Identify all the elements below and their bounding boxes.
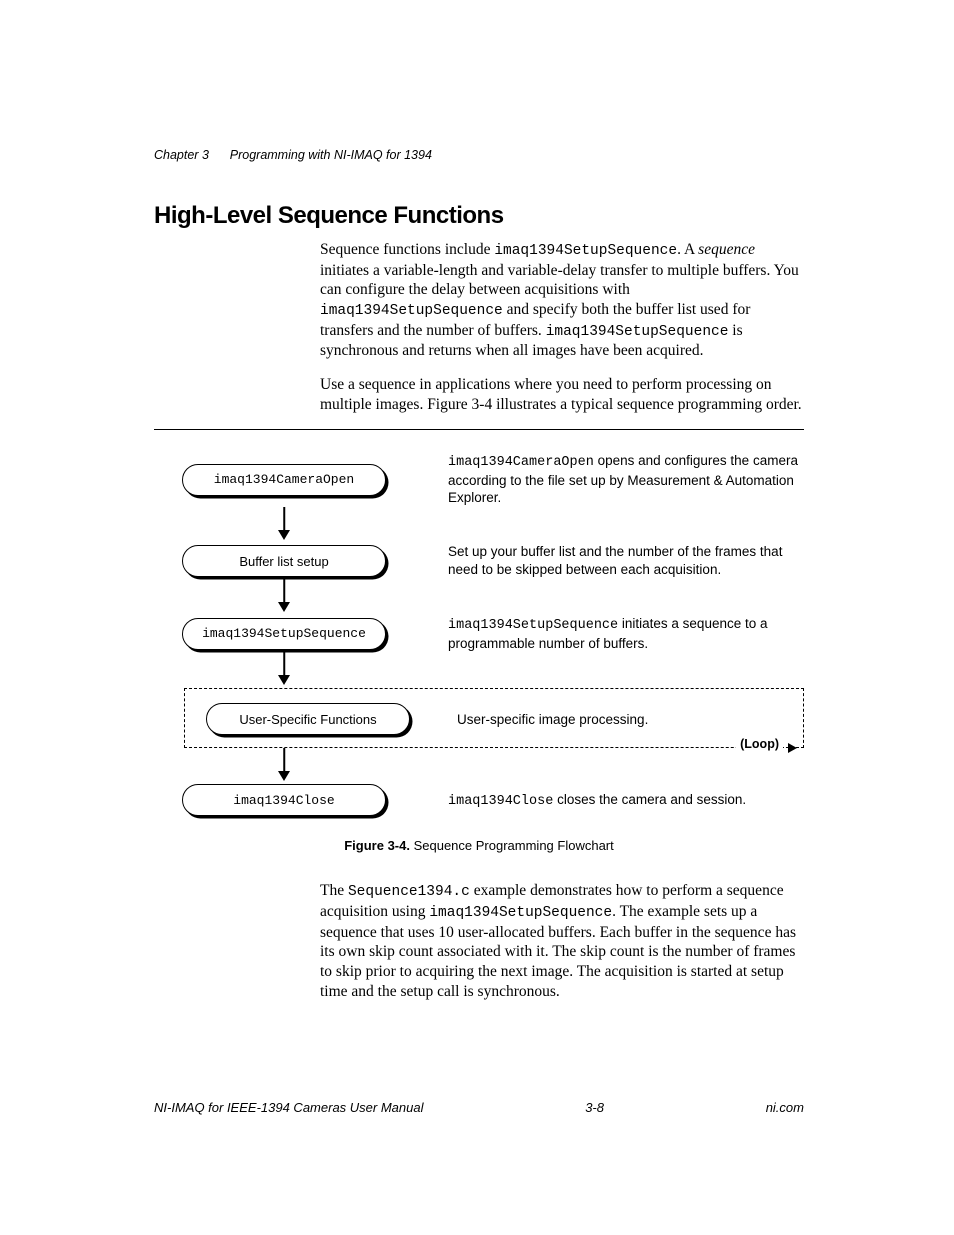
caption-label: Figure 3-4. <box>344 838 410 853</box>
flow-row-2: Buffer list setup Set up your buffer lis… <box>154 543 804 579</box>
code-inline: imaq1394SetupSequence <box>429 905 612 921</box>
footer-page-number: 3-8 <box>585 1100 604 1115</box>
paragraph-2: Use a sequence in applications where you… <box>320 375 804 415</box>
footer-right: ni.com <box>766 1100 804 1115</box>
flow-desc-1: imaq1394CameraOpen opens and configures … <box>448 452 804 507</box>
flow-node-camera-open: imaq1394CameraOpen <box>182 464 386 496</box>
flow-desc-3: imaq1394SetupSequence initiates a sequen… <box>448 615 804 653</box>
flow-node-user-functions: User-Specific Functions <box>206 703 410 735</box>
text: The <box>320 882 348 899</box>
flow-row-4: User-Specific Functions User-specific im… <box>193 703 795 735</box>
figure-caption: Figure 3-4. Sequence Programming Flowcha… <box>154 838 804 853</box>
loop-arrow-icon <box>788 743 797 753</box>
page: Chapter 3 Programming with NI-IMAQ for 1… <box>0 0 954 1235</box>
code-inline: Sequence1394.c <box>348 884 470 900</box>
flow-row-5: imaq1394Close imaq1394Close closes the c… <box>154 784 804 816</box>
flow-node-buffer-setup: Buffer list setup <box>182 545 386 577</box>
figure-area: imaq1394CameraOpen imaq1394CameraOpen op… <box>154 429 804 882</box>
flow-row-1: imaq1394CameraOpen imaq1394CameraOpen op… <box>154 452 804 507</box>
flow-desc-2: Set up your buffer list and the number o… <box>448 543 804 579</box>
code-inline: imaq1394SetupSequence <box>494 243 677 259</box>
footer-left: NI-IMAQ for IEEE-1394 Cameras User Manua… <box>154 1100 423 1115</box>
chapter-label: Chapter 3 <box>154 148 209 162</box>
code-inline: imaq1394SetupSequence <box>320 303 503 319</box>
body-column: Sequence functions include imaq1394Setup… <box>320 240 804 415</box>
chapter-title: Programming with NI-IMAQ for 1394 <box>230 148 432 162</box>
flow-desc-5: imaq1394Close closes the camera and sess… <box>448 791 804 811</box>
text: Sequence functions include <box>320 241 494 258</box>
code-inline: imaq1394SetupSequence <box>448 618 618 633</box>
loop-box: User-Specific Functions User-specific im… <box>184 688 804 748</box>
text: . A <box>677 241 698 258</box>
running-head: Chapter 3 Programming with NI-IMAQ for 1… <box>154 148 432 162</box>
text: closes the camera and session. <box>553 792 746 807</box>
code-inline: imaq1394CameraOpen <box>448 455 594 470</box>
body-column-2: The Sequence1394.c example demonstrates … <box>320 881 804 1001</box>
text: initiates a variable-length and variable… <box>320 262 799 299</box>
italic-term: sequence <box>698 241 755 258</box>
loop-label: (Loop) <box>736 737 783 751</box>
flow-node-close: imaq1394Close <box>182 784 386 816</box>
section-heading: High-Level Sequence Functions <box>154 202 804 230</box>
caption-text: Sequence Programming Flowchart <box>410 838 614 853</box>
code-inline: imaq1394SetupSequence <box>546 324 729 340</box>
page-footer: NI-IMAQ for IEEE-1394 Cameras User Manua… <box>154 1100 804 1115</box>
flow-node-setup-sequence: imaq1394SetupSequence <box>182 618 386 650</box>
paragraph-3: The Sequence1394.c example demonstrates … <box>320 881 804 1001</box>
flow-desc-4: User-specific image processing. <box>457 711 795 729</box>
flow-row-3: imaq1394SetupSequence imaq1394SetupSeque… <box>154 615 804 653</box>
code-inline: imaq1394Close <box>448 794 553 809</box>
paragraph-1: Sequence functions include imaq1394Setup… <box>320 240 804 361</box>
